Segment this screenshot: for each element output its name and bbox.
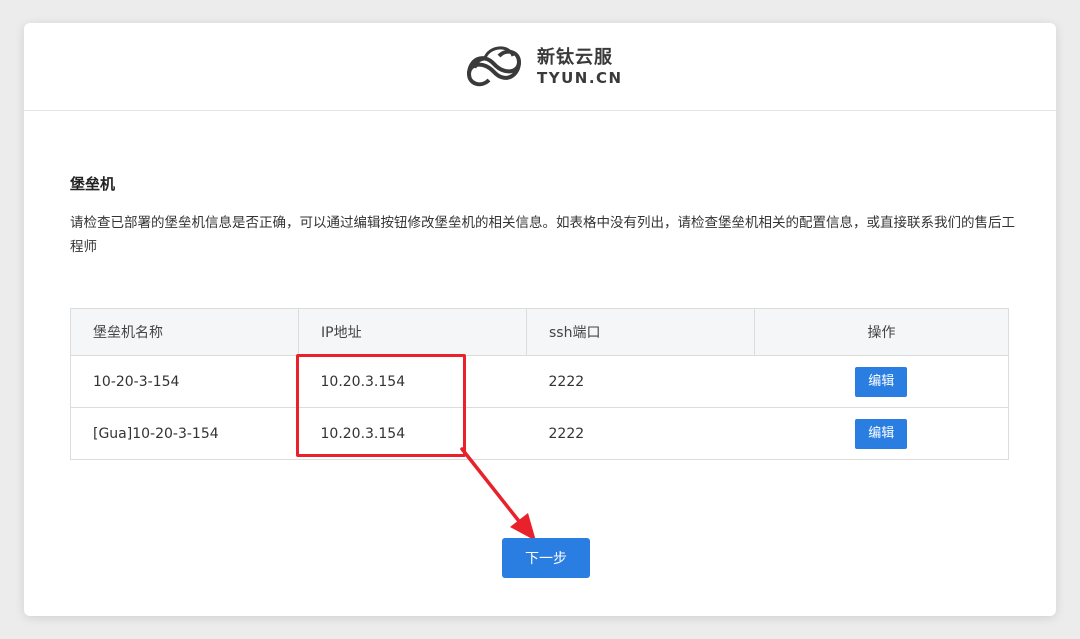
cell-name: 10-20-3-154 bbox=[70, 355, 299, 408]
brand-logo: 新钛云服 TYUN.CN bbox=[461, 38, 631, 94]
table-header-row: 堡垒机名称 IP地址 ssh端口 操作 bbox=[70, 308, 1009, 356]
table-row: 10-20-3-154 10.20.3.154 2222 编辑 bbox=[70, 355, 1009, 408]
section-title: 堡垒机 bbox=[70, 175, 116, 193]
infinity-cloud-logo-icon bbox=[466, 46, 522, 87]
header-ssh-port: ssh端口 bbox=[526, 308, 755, 356]
edit-button[interactable]: 编辑 bbox=[855, 366, 908, 397]
header: 新钛云服 TYUN.CN bbox=[24, 23, 1056, 111]
cell-action: 编辑 bbox=[754, 407, 1009, 460]
cell-ip: 10.20.3.154 bbox=[298, 407, 527, 460]
cell-ip: 10.20.3.154 bbox=[298, 355, 527, 408]
header-ip: IP地址 bbox=[298, 308, 527, 356]
bastion-table: 堡垒机名称 IP地址 ssh端口 操作 10-20-3-154 10.20.3.… bbox=[70, 308, 1009, 460]
cell-name: [Gua]10-20-3-154 bbox=[70, 407, 299, 460]
main-card: 新钛云服 TYUN.CN 堡垒机 请检查已部署的堡垒机信息是否正确，可以通过编辑… bbox=[24, 23, 1056, 616]
cell-ssh-port: 2222 bbox=[526, 355, 755, 408]
brand-name-en: TYUN.CN bbox=[537, 69, 623, 87]
brand-name-cn: 新钛云服 bbox=[537, 47, 613, 68]
header-name: 堡垒机名称 bbox=[70, 308, 299, 356]
cell-ssh-port: 2222 bbox=[526, 407, 755, 460]
header-action: 操作 bbox=[754, 308, 1009, 356]
next-step-button[interactable]: 下一步 bbox=[502, 538, 590, 578]
cell-action: 编辑 bbox=[754, 355, 1009, 408]
table-row: [Gua]10-20-3-154 10.20.3.154 2222 编辑 bbox=[70, 407, 1009, 460]
edit-button[interactable]: 编辑 bbox=[855, 418, 908, 449]
section-description: 请检查已部署的堡垒机信息是否正确，可以通过编辑按钮修改堡垒机的相关信息。如表格中… bbox=[70, 215, 1015, 255]
